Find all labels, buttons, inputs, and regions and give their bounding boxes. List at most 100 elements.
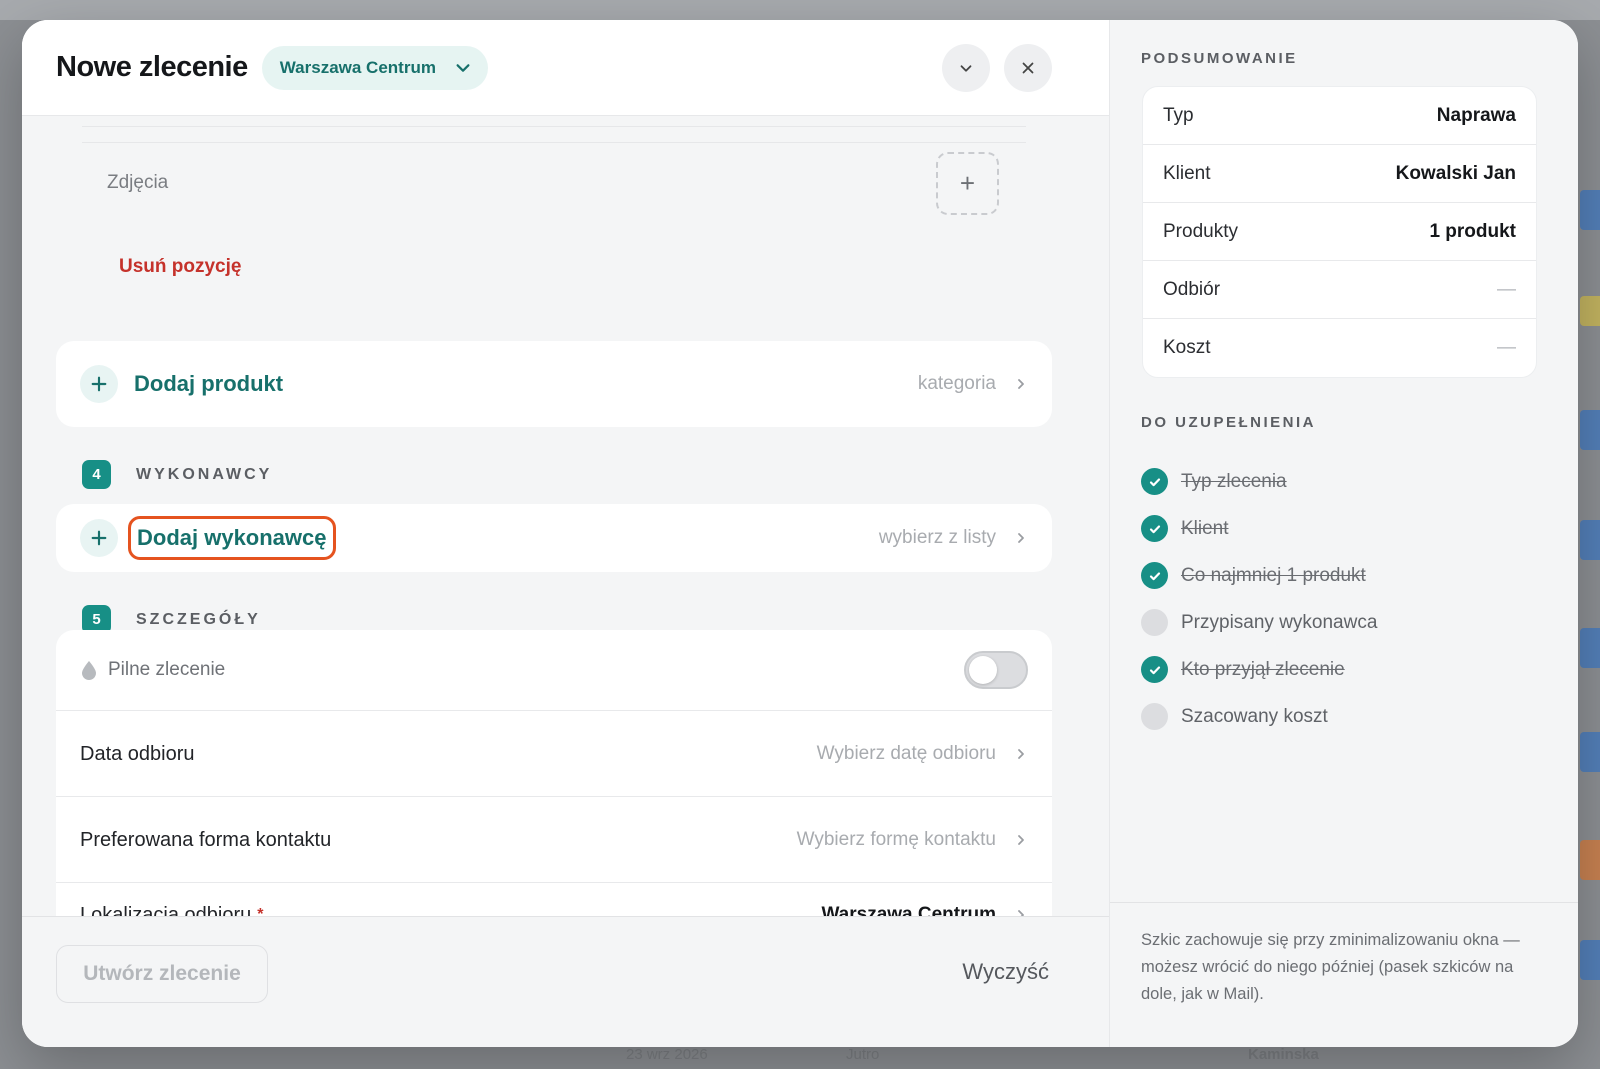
summary-row: Odbiór —: [1143, 261, 1536, 319]
modal-footer: Utwórz zlecenie Wyczyść: [22, 916, 1109, 1047]
section-title: SZCZEGÓŁY: [136, 610, 261, 628]
background-badge: [1580, 410, 1600, 450]
pickup-date-label: Data odbioru: [80, 742, 195, 765]
urgent-toggle[interactable]: [964, 651, 1028, 689]
add-photo-button[interactable]: +: [936, 152, 999, 215]
check-icon: [1141, 562, 1168, 589]
pickup-date-value: Wybierz datę odbioru: [816, 743, 996, 764]
todo-item: Szacowany koszt: [1141, 693, 1377, 740]
divider: [82, 126, 1026, 127]
add-contractor-label: Dodaj wykonawcę: [137, 525, 327, 550]
plus-icon: +: [959, 168, 976, 198]
background-badge: [1580, 190, 1600, 230]
todo-item: Przypisany wykonawca: [1141, 599, 1377, 646]
todo-item: Klient: [1141, 505, 1377, 552]
contact-method-label: Preferowana forma kontaktu: [80, 828, 332, 851]
form-scroll-area[interactable]: Zdjęcia + Usuń pozycję Dodaj produkt kat…: [22, 116, 1109, 916]
minimize-button[interactable]: [942, 44, 990, 92]
todo-label: Kto przyjął zlecenie: [1181, 658, 1345, 680]
todo-label: Szacowany koszt: [1181, 705, 1328, 727]
summary-key: Koszt: [1163, 337, 1211, 358]
background-date: 23 wrz 2026: [626, 1046, 708, 1063]
todo-heading: DO UZUPEŁNIENIA: [1141, 414, 1317, 431]
contact-method-row[interactable]: Preferowana forma kontaktu Wybierz formę…: [56, 797, 1052, 883]
add-contractor-button[interactable]: Dodaj wykonawcę: [128, 516, 336, 560]
section-header-contractors: 4 WYKONAWCY: [82, 460, 272, 489]
summary-pane: PODSUMOWANIE Typ Naprawa Klient Kowalski…: [1109, 20, 1578, 1047]
add-product-row[interactable]: Dodaj produkt kategoria: [56, 341, 1052, 427]
close-icon: [1022, 62, 1034, 74]
section-number: 4: [82, 460, 111, 489]
details-card: Pilne zlecenie Data odbioru Wybierz datę…: [56, 630, 1052, 916]
background-badge: [1580, 520, 1600, 560]
divider: [82, 142, 1026, 143]
add-contractor-row[interactable]: Dodaj wykonawcę wybierz z listy: [56, 504, 1052, 572]
required-mark: *: [257, 906, 264, 916]
divider: [56, 882, 1052, 883]
todo-label: Co najmniej 1 produkt: [1181, 564, 1366, 586]
plus-icon: [80, 365, 118, 403]
pickup-location-value: Warszawa Centrum: [821, 904, 996, 916]
summary-key: Klient: [1163, 162, 1211, 184]
summary-value: 1 produkt: [1429, 220, 1516, 242]
todo-label: Klient: [1181, 517, 1229, 539]
pickup-date-row[interactable]: Data odbioru Wybierz datę odbioru: [56, 711, 1052, 797]
background-badge: [1580, 732, 1600, 772]
todo-item: Typ zlecenia: [1141, 458, 1377, 505]
plus-icon: [80, 519, 118, 557]
summary-value: Naprawa: [1436, 104, 1516, 126]
modal-title: Nowe zlecenie: [56, 51, 248, 83]
summary-key: Typ: [1163, 104, 1194, 126]
location-dropdown[interactable]: Warszawa Centrum: [261, 45, 488, 90]
product-item-card: Zdjęcia + Usuń pozycję: [56, 116, 1052, 320]
background-badge: [1580, 628, 1600, 668]
photos-label: Zdjęcia: [107, 172, 169, 193]
summary-key: Produkty: [1163, 220, 1238, 242]
todo-item: Kto przyjął zlecenie: [1141, 646, 1377, 693]
todo-item: Co najmniej 1 produkt: [1141, 552, 1377, 599]
background-badge: [1580, 840, 1600, 880]
todo-list: Typ zlecenia Klient Co najmniej 1 produk…: [1141, 458, 1377, 740]
close-button[interactable]: [1004, 44, 1052, 92]
unchecked-circle-icon: [1141, 609, 1168, 636]
summary-row: Koszt —: [1143, 319, 1536, 377]
todo-label: Przypisany wykonawca: [1181, 611, 1378, 633]
urgent-label: Pilne zlecenie: [108, 659, 226, 680]
summary-key: Odbiór: [1163, 278, 1221, 300]
drop-icon: [82, 661, 96, 680]
clear-button[interactable]: Wyczyść: [962, 959, 1049, 985]
todo-label: Typ zlecenia: [1181, 470, 1287, 492]
chevron-right-icon: [1018, 533, 1024, 543]
summary-value: Kowalski Jan: [1395, 162, 1516, 184]
add-product-label: Dodaj produkt: [134, 371, 284, 396]
summary-row: Produkty 1 produkt: [1143, 203, 1536, 261]
pickup-location-row[interactable]: Lokalizacja odbioru * Warszawa Centrum: [56, 900, 1052, 916]
background-date-relative: Jutro: [846, 1046, 880, 1063]
summary-row: Typ Naprawa: [1143, 87, 1536, 145]
remove-item-link[interactable]: Usuń pozycję: [119, 256, 241, 278]
new-order-modal: Nowe zlecenie Warszawa Centrum Zdjęcia +: [22, 20, 1578, 1047]
background-strip: [0, 0, 1600, 20]
add-product-hint: kategoria: [917, 373, 996, 394]
background-badge: [1580, 940, 1600, 980]
unchecked-circle-icon: [1141, 703, 1168, 730]
check-icon: [1141, 515, 1168, 542]
pickup-location-label: Lokalizacja odbioru: [80, 903, 252, 917]
chevron-right-icon: [1018, 749, 1024, 759]
summary-heading: PODSUMOWANIE: [1141, 50, 1298, 67]
background-badge: [1580, 296, 1600, 326]
chevron-right-icon: [1018, 835, 1024, 845]
summary-card: Typ Naprawa Klient Kowalski Jan Produkty…: [1142, 86, 1537, 378]
draft-note: Szkic zachowuje się przy zminimalizowani…: [1110, 902, 1578, 1047]
background-name: Kaminska: [1248, 1046, 1319, 1063]
check-icon: [1141, 656, 1168, 683]
summary-row: Klient Kowalski Jan: [1143, 145, 1536, 203]
create-order-button[interactable]: Utwórz zlecenie: [56, 945, 268, 1003]
chevron-down-icon: [456, 63, 470, 72]
urgent-row: Pilne zlecenie: [56, 630, 1052, 710]
chevron-down-icon: [960, 65, 972, 72]
chevron-right-icon: [1018, 910, 1024, 916]
section-title: WYKONAWCY: [136, 465, 273, 483]
order-form-pane: Nowe zlecenie Warszawa Centrum Zdjęcia +: [22, 20, 1109, 1047]
summary-value: —: [1497, 278, 1516, 300]
